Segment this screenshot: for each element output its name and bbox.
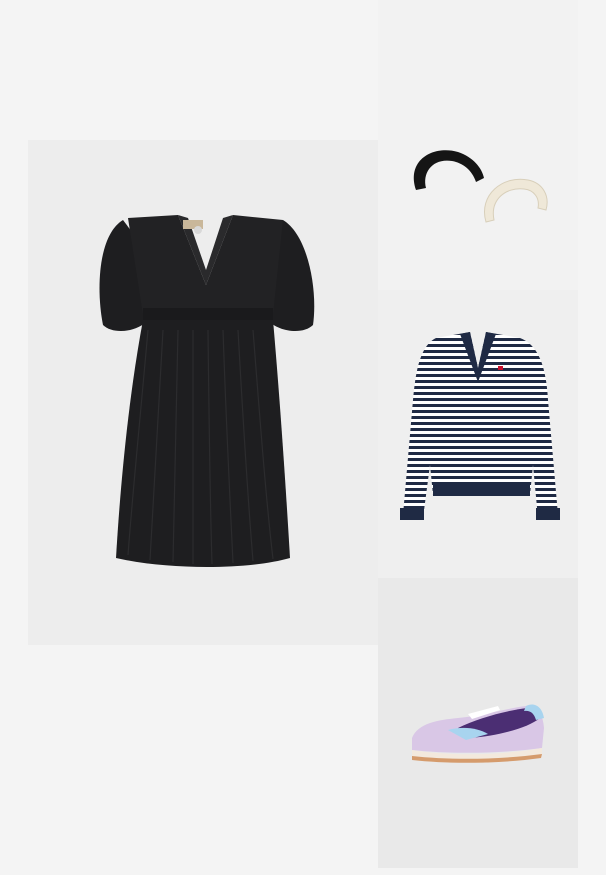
dress-product-tile[interactable]	[28, 140, 378, 645]
black-mini-dress-image	[99, 215, 315, 567]
purple-sneaker-image	[412, 704, 544, 763]
striped-v-neck-sweater-image	[400, 332, 560, 520]
sweater-product-tile[interactable]	[378, 290, 578, 578]
headband-product-tile[interactable]	[378, 0, 578, 290]
sneaker-product-tile[interactable]	[378, 578, 578, 868]
padded-headbands-image	[413, 150, 548, 223]
